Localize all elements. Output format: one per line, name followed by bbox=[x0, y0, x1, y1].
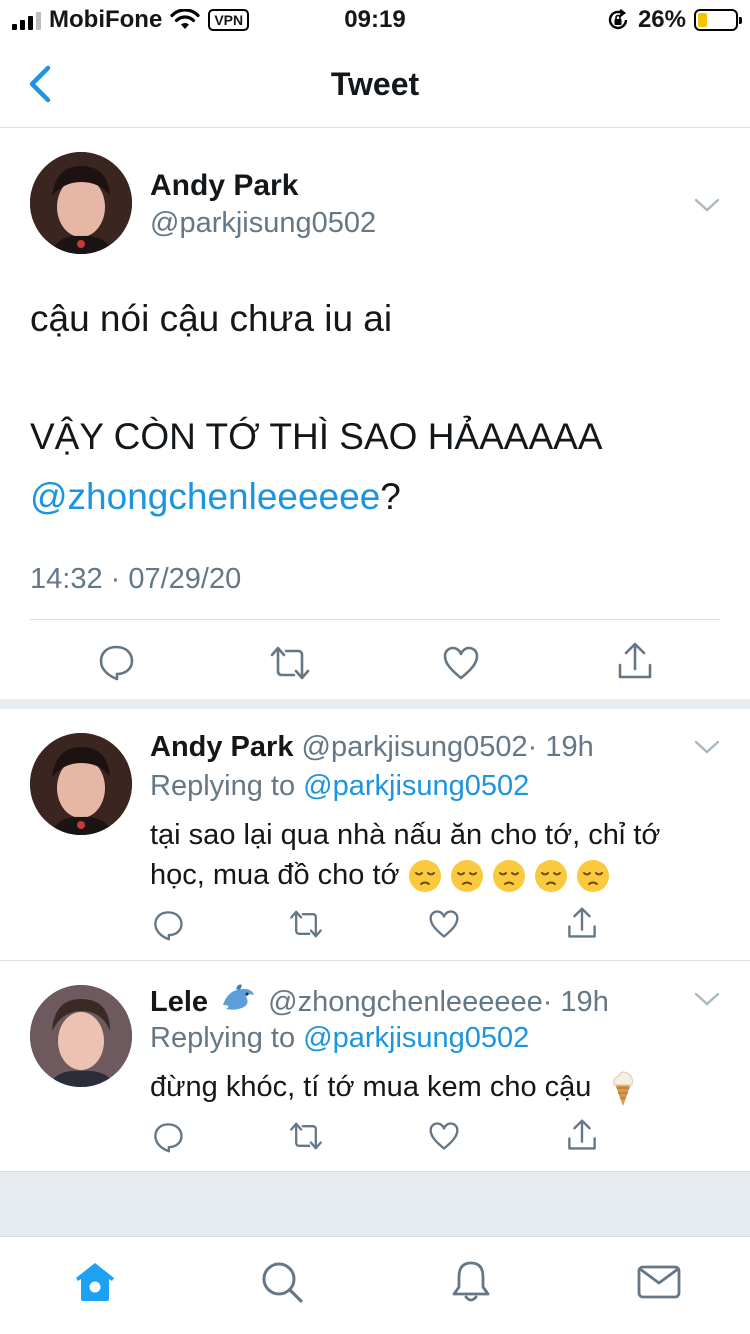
status-bar: MobiFone VPN 09:19 26% bbox=[0, 0, 750, 40]
author-handle[interactable]: @zhongchenleeeeee bbox=[268, 986, 543, 1018]
like-heart-icon[interactable] bbox=[442, 645, 480, 681]
page-title: Tweet bbox=[330, 66, 420, 102]
replying-to: Replying to @parkjisung0502 bbox=[150, 1022, 530, 1054]
share-icon[interactable] bbox=[616, 641, 654, 681]
home-icon[interactable] bbox=[72, 1259, 118, 1305]
empty-feed-area bbox=[0, 1172, 750, 1236]
reply-tweet[interactable]: Andy Park @parkjisung0502· 19h Replying … bbox=[0, 709, 750, 961]
chevron-down-icon[interactable] bbox=[694, 197, 720, 213]
avatar[interactable] bbox=[30, 733, 132, 835]
reply-icon[interactable] bbox=[152, 909, 184, 941]
pensive-face-icon bbox=[534, 860, 567, 893]
reply-header: Lele @zhongchenleeeeee· 19h bbox=[150, 983, 609, 1019]
reply-text: tại sao lại qua nhà nấu ăn cho tớ, chỉ t… bbox=[150, 815, 710, 895]
avatar[interactable] bbox=[30, 985, 132, 1087]
avatar[interactable] bbox=[30, 152, 132, 254]
mail-icon[interactable] bbox=[636, 1259, 682, 1305]
pensive-face-icon bbox=[408, 860, 441, 893]
author-name[interactable]: Lele bbox=[150, 986, 208, 1018]
tweet-line: cậu nói cậu chưa iu ai bbox=[30, 298, 393, 339]
tweet-actions bbox=[0, 629, 750, 699]
author-handle[interactable]: @parkjisung0502 bbox=[150, 207, 376, 240]
bell-icon[interactable] bbox=[448, 1259, 494, 1305]
author-handle[interactable]: @parkjisung0502 bbox=[302, 731, 528, 763]
reply-text: đừng khóc, tí tớ mua kem cho cậu bbox=[150, 1067, 710, 1108]
author-name[interactable]: Andy Park bbox=[150, 731, 293, 763]
mention-link[interactable]: @zhongchenleeeeee bbox=[30, 476, 380, 517]
tab-bar bbox=[0, 1236, 750, 1334]
like-heart-icon[interactable] bbox=[428, 909, 460, 939]
author-name[interactable]: Andy Park bbox=[150, 169, 298, 203]
divider bbox=[30, 619, 720, 620]
battery-percent: 26% bbox=[637, 6, 686, 33]
pensive-face-icon bbox=[576, 860, 609, 893]
search-icon[interactable] bbox=[259, 1259, 305, 1305]
chevron-down-icon[interactable] bbox=[694, 739, 720, 755]
status-right: 26% bbox=[606, 6, 742, 34]
reply-time: · 19h bbox=[527, 731, 594, 763]
tweet-text: cậu nói cậu chưa iu ai VẬY CÒN TỚ THÌ SA… bbox=[30, 289, 720, 527]
share-icon[interactable] bbox=[566, 906, 598, 940]
ice-cream-emoji-icon bbox=[613, 1071, 634, 1107]
retweet-icon[interactable] bbox=[268, 645, 312, 681]
reply-tweet[interactable]: Lele @zhongchenleeeeee· 19h Replying to … bbox=[0, 961, 750, 1172]
tweet-line: VẬY CÒN TỚ THÌ SAO HẢAAAAA bbox=[30, 416, 603, 457]
dolphin-emoji-icon bbox=[223, 984, 255, 1010]
mention-suffix: ? bbox=[380, 476, 401, 517]
tweet-timestamp[interactable]: 14:32 · 07/29/20 bbox=[30, 563, 241, 596]
main-tweet: Andy Park @parkjisung0502 cậu nói cậu ch… bbox=[0, 129, 750, 709]
battery-icon bbox=[694, 9, 742, 31]
pensive-emoji-row bbox=[408, 859, 610, 893]
like-heart-icon[interactable] bbox=[428, 1121, 460, 1151]
reply-time: · 19h bbox=[542, 986, 609, 1018]
navigation-bar: Tweet bbox=[0, 40, 750, 128]
pensive-face-icon bbox=[492, 860, 525, 893]
reply-icon[interactable] bbox=[97, 643, 135, 681]
pensive-face-icon bbox=[450, 860, 483, 893]
rotation-lock-icon bbox=[608, 9, 628, 30]
mention-link[interactable]: @parkjisung0502 bbox=[303, 770, 529, 802]
mention-link[interactable]: @parkjisung0502 bbox=[303, 1022, 529, 1054]
retweet-icon[interactable] bbox=[288, 1121, 324, 1151]
reply-header: Andy Park @parkjisung0502· 19h bbox=[150, 731, 594, 764]
retweet-icon[interactable] bbox=[288, 909, 324, 939]
chevron-down-icon[interactable] bbox=[694, 991, 720, 1007]
share-icon[interactable] bbox=[566, 1118, 598, 1152]
replying-to: Replying to @parkjisung0502 bbox=[150, 770, 530, 802]
reply-icon[interactable] bbox=[152, 1121, 184, 1153]
